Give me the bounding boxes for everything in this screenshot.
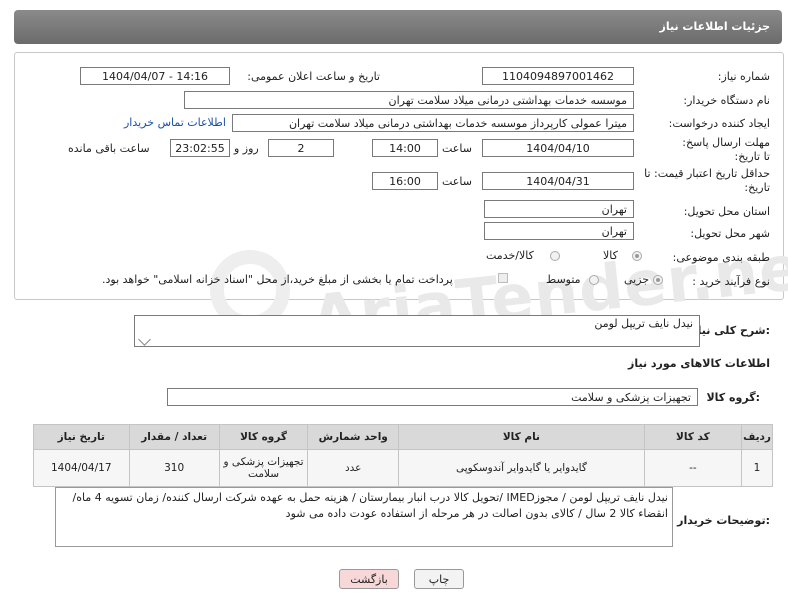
reply-hour-label: ساعت	[442, 142, 472, 155]
column-header: تاریخ نیاز	[33, 424, 130, 450]
item-group: تجهیزات پزشکی و سلامت	[218, 449, 309, 487]
goods-info-title: اطلاعات کالاهای مورد نیاز	[628, 357, 770, 370]
delivery-province-label: استان محل تحویل:	[683, 205, 770, 218]
days-and-label: روز و	[234, 142, 259, 155]
buyer-org-field: موسسه خدمات بهداشتی درمانی میلاد سلامت ت…	[184, 91, 634, 109]
item-unit: عدد	[307, 449, 400, 487]
category-label: طبقه بندی موضوعی:	[672, 251, 770, 264]
column-header: گروه کالا	[218, 424, 309, 450]
announce-datetime-field: 1404/04/07 - 14:16	[80, 67, 230, 85]
column-header: تعداد / مقدار	[128, 424, 220, 450]
general-desc-field: نیدل نایف تریپل لومن	[134, 315, 700, 347]
price-validity-label: حداقل تاریخ اعتبار قیمت: تا تاریخ:	[644, 167, 770, 194]
requester-label: ایجاد کننده درخواست:	[668, 117, 770, 130]
price-date-field: 1404/04/31	[482, 172, 634, 190]
delivery-province-field: تهران	[484, 200, 634, 218]
buyer-org-label: نام دستگاه خریدار:	[683, 94, 770, 107]
category-goods-service-radio[interactable]	[550, 251, 560, 261]
page-title: جزئیات اطلاعات نیاز	[659, 20, 771, 33]
need-number-label: شماره نیاز:	[717, 70, 770, 83]
process-minor-label: جزیی	[624, 273, 650, 286]
requester-field: میترا عمولی کارپرداز موسسه خدمات بهداشتی…	[232, 114, 634, 132]
row-index: 1	[741, 449, 773, 487]
treasury-payment-note: پرداخت تمام یا بخشی از مبلغ خرید،از محل …	[102, 273, 453, 286]
price-hour-field: 16:00	[372, 172, 438, 190]
process-minor-radio[interactable]	[653, 275, 663, 285]
goods-group-field: تجهیزات پزشکی و سلامت	[167, 388, 698, 406]
announce-datetime-label: تاریخ و ساعت اعلان عمومی:	[247, 70, 380, 83]
remaining-label: ساعت باقی مانده	[68, 142, 150, 155]
category-goods-radio[interactable]	[632, 251, 642, 261]
general-desc-label: شرح کلی نیاز:	[691, 324, 770, 337]
goods-table: ردیف کد کالا نام کالا واحد شمارش گروه کا…	[33, 424, 773, 487]
process-medium-radio[interactable]	[589, 275, 599, 285]
buyer-contact-link[interactable]: اطلاعات تماس خریدار	[124, 116, 226, 129]
delivery-city-label: شهر محل تحویل:	[690, 227, 770, 240]
column-header: واحد شمارش	[307, 424, 400, 450]
column-header: نام کالا	[398, 424, 645, 450]
reply-deadline-label: مهلت ارسال پاسخ: تا تاریخ:	[682, 136, 770, 163]
item-need-date: 1404/04/17	[33, 449, 130, 487]
reply-hour-field: 14:00	[372, 139, 438, 157]
category-goods-service-label: کالا/خدمت	[486, 249, 534, 262]
buyer-notes-label: توضیحات خریدار:	[677, 514, 770, 527]
print-button[interactable]: چاپ	[414, 569, 464, 589]
goods-group-label: گروه کالا:	[706, 391, 760, 404]
buyer-notes-field: نیدل نایف تریپل لومن / مجوزIMED /تحویل ک…	[55, 487, 673, 547]
page-header: جزئیات اطلاعات نیاز	[14, 10, 782, 44]
column-header: ردیف	[741, 424, 773, 450]
reply-date-field: 1404/04/10	[482, 139, 634, 157]
price-hour-label: ساعت	[442, 175, 472, 188]
item-quantity: 310	[128, 449, 220, 487]
treasury-payment-checkbox[interactable]	[498, 273, 508, 283]
category-goods-label: کالا	[603, 249, 618, 262]
reply-remaining-field: 23:02:55	[170, 139, 230, 157]
item-code: --	[643, 449, 743, 487]
process-medium-label: متوسط	[546, 273, 581, 286]
column-header: کد کالا	[643, 424, 743, 450]
item-name: گایدوایر یا گایدوایر آندوسکوپی	[398, 449, 645, 487]
reply-days-field: 2	[268, 139, 334, 157]
back-button[interactable]: بازگشت	[339, 569, 399, 589]
table-row: 1 -- گایدوایر یا گایدوایر آندوسکوپی عدد …	[33, 449, 773, 487]
need-number-field: 1104094897001462	[482, 67, 634, 85]
delivery-city-field: تهران	[484, 222, 634, 240]
purchase-process-label: نوع فرآیند خرید :	[692, 275, 770, 288]
